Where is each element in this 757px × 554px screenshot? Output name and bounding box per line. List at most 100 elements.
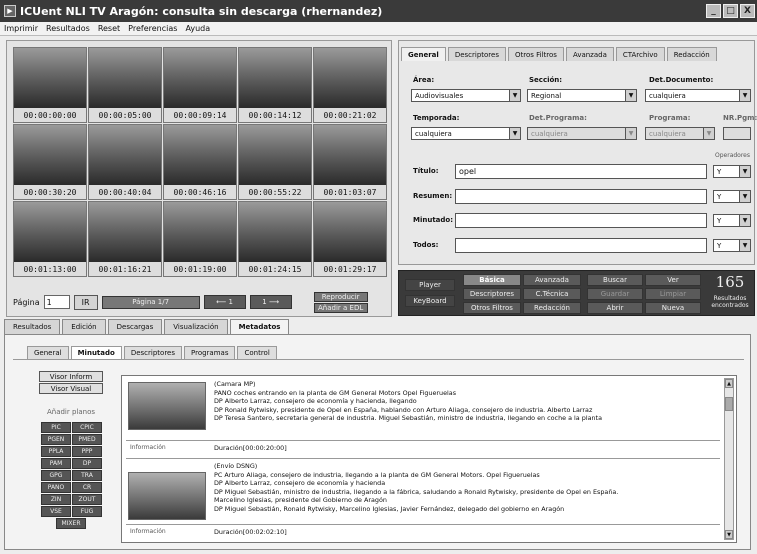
guardar-button[interactable]: Guardar — [587, 288, 643, 300]
redaccion-button[interactable]: Redacción — [523, 302, 581, 314]
tab-visualizacion[interactable]: Visualización — [164, 319, 228, 334]
basica-button[interactable]: Básica — [463, 274, 521, 286]
descriptores-button[interactable]: Descriptores — [463, 288, 521, 300]
add-edl-button[interactable]: Añadir a EDL — [313, 302, 368, 313]
avanzada-button[interactable]: Avanzada — [523, 274, 581, 286]
shot-button[interactable]: PAM — [41, 458, 71, 469]
info-link[interactable]: Información — [130, 528, 166, 535]
todos-input[interactable] — [455, 238, 707, 253]
shot-button[interactable]: PGEN — [41, 434, 71, 445]
keyframe-thumb[interactable]: 00:01:16:21 — [88, 201, 162, 277]
tab-edicion[interactable]: Edición — [62, 319, 106, 334]
go-button[interactable]: IR — [73, 294, 98, 310]
tab-descargas[interactable]: Descargas — [107, 319, 163, 334]
visor-visual-button[interactable]: Visor Visual — [39, 383, 103, 394]
shot-thumbnail[interactable] — [128, 472, 206, 520]
detprog-select[interactable]: cualquiera ▼ — [527, 127, 637, 140]
keyframe-thumb[interactable]: 00:00:55:22 — [238, 124, 312, 200]
shot-button[interactable]: PPP — [72, 446, 102, 457]
keyframe-thumb[interactable]: 00:00:00:00 — [13, 47, 87, 123]
menu-ayuda[interactable]: Ayuda — [185, 24, 210, 33]
temporada-select[interactable]: cualquiera ▼ — [411, 127, 521, 140]
subtab-descriptores[interactable]: Descriptores — [123, 346, 182, 359]
scroll-down-icon[interactable]: ▼ — [725, 530, 733, 539]
shot-button[interactable]: PIC — [41, 422, 71, 433]
limpiar-button[interactable]: Limpiar — [645, 288, 701, 300]
keyframe-thumb[interactable]: 00:01:29:17 — [313, 201, 387, 277]
scroll-up-icon[interactable]: ▲ — [725, 379, 733, 388]
mixer-button[interactable]: MIXER — [56, 518, 86, 529]
scroll-thumb[interactable] — [725, 397, 733, 411]
tab-descriptores[interactable]: Descriptores — [447, 47, 506, 61]
keyframe-thumb[interactable]: 00:01:13:00 — [13, 201, 87, 277]
keyframe-thumb[interactable]: 00:00:46:16 — [163, 124, 237, 200]
shot-button[interactable]: GPG — [41, 470, 71, 481]
page-input[interactable]: 1 — [43, 295, 70, 309]
visor-inform-button[interactable]: Visor Inform — [39, 371, 103, 382]
keyframe-thumb[interactable]: 00:00:21:02 — [313, 47, 387, 123]
close-button[interactable]: X — [740, 4, 755, 18]
buscar-button[interactable]: Buscar — [587, 274, 643, 286]
tab-avanzada[interactable]: Avanzada — [565, 47, 614, 61]
keyboard-button[interactable]: KeyBoard — [405, 295, 455, 307]
menu-imprimir[interactable]: Imprimir — [4, 24, 38, 33]
keyframe-thumb[interactable]: 00:00:05:00 — [88, 47, 162, 123]
menu-resultados[interactable]: Resultados — [46, 24, 90, 33]
subtab-control[interactable]: Control — [237, 346, 277, 359]
shot-button[interactable]: ZIN — [41, 494, 71, 505]
area-select[interactable]: Audiovisuales ▼ — [411, 89, 521, 102]
shot-button[interactable]: PANO — [41, 482, 71, 493]
player-button[interactable]: Player — [405, 279, 455, 291]
list-item[interactable]: (Envío DSNG) PC Arturo Aliaga, consejero… — [126, 462, 720, 542]
tab-redaccion[interactable]: Redacción — [666, 47, 717, 61]
tab-otros-filtros[interactable]: Otros Filtros — [507, 47, 564, 61]
shot-button[interactable]: FUG — [72, 506, 102, 517]
menu-reset[interactable]: Reset — [98, 24, 120, 33]
subtab-general[interactable]: General — [27, 346, 69, 359]
resumen-operator-select[interactable]: Y ▼ — [713, 190, 751, 203]
shot-button[interactable]: PMED — [72, 434, 102, 445]
menu-preferencias[interactable]: Preferencias — [128, 24, 177, 33]
programa-select[interactable]: cualquiera ▼ — [645, 127, 715, 140]
otros-filtros-button[interactable]: Otros Filtros — [463, 302, 521, 314]
tab-general[interactable]: General — [401, 47, 446, 61]
shot-button[interactable]: CPIC — [72, 422, 102, 433]
minutado-input[interactable] — [455, 213, 707, 228]
shot-button[interactable]: DP — [72, 458, 102, 469]
titulo-input[interactable]: opel — [455, 164, 707, 179]
maximize-button[interactable]: □ — [723, 4, 738, 18]
keyframe-thumb[interactable]: 00:01:03:07 — [313, 124, 387, 200]
info-link[interactable]: Información — [130, 444, 166, 451]
keyframe-thumb[interactable]: 00:01:19:00 — [163, 201, 237, 277]
keyframe-thumb[interactable]: 00:00:09:14 — [163, 47, 237, 123]
scrollbar[interactable]: ▲ ▼ — [724, 378, 734, 540]
detdoc-select[interactable]: cualquiera ▼ — [645, 89, 751, 102]
keyframe-thumb[interactable]: 00:00:30:20 — [13, 124, 87, 200]
keyframe-thumb[interactable]: 00:01:24:15 — [238, 201, 312, 277]
nrpgm-input[interactable] — [723, 127, 751, 140]
shot-button[interactable]: VSE — [41, 506, 71, 517]
tab-resultados[interactable]: Resultados — [4, 319, 61, 334]
list-item[interactable]: (Camara MP) PANO coches entrando en la p… — [126, 380, 720, 456]
next-page-button[interactable]: 1 ⟶ — [249, 295, 292, 309]
todos-operator-select[interactable]: Y ▼ — [713, 239, 751, 252]
tab-metadatos[interactable]: Metadatos — [229, 319, 290, 334]
shot-button[interactable]: PPLA — [41, 446, 71, 457]
minimize-button[interactable]: _ — [706, 4, 721, 18]
subtab-minutado[interactable]: Minutado — [70, 346, 122, 359]
play-button[interactable]: Reproducir — [313, 291, 368, 302]
resumen-input[interactable] — [455, 189, 707, 204]
shot-button[interactable]: TRA — [72, 470, 102, 481]
nueva-button[interactable]: Nueva — [645, 302, 701, 314]
tab-ctarchivo[interactable]: CTArchivo — [615, 47, 665, 61]
ver-button[interactable]: Ver — [645, 274, 701, 286]
abrir-button[interactable]: Abrir — [587, 302, 643, 314]
seccion-select[interactable]: Regional ▼ — [527, 89, 637, 102]
keyframe-thumb[interactable]: 00:00:40:04 — [88, 124, 162, 200]
titulo-operator-select[interactable]: Y ▼ — [713, 165, 751, 178]
prev-page-button[interactable]: ⟵ 1 — [203, 295, 246, 309]
subtab-programas[interactable]: Programas — [184, 346, 236, 359]
shot-button[interactable]: ZOUT — [72, 494, 102, 505]
shot-thumbnail[interactable] — [128, 382, 206, 430]
minutado-operator-select[interactable]: Y ▼ — [713, 214, 751, 227]
